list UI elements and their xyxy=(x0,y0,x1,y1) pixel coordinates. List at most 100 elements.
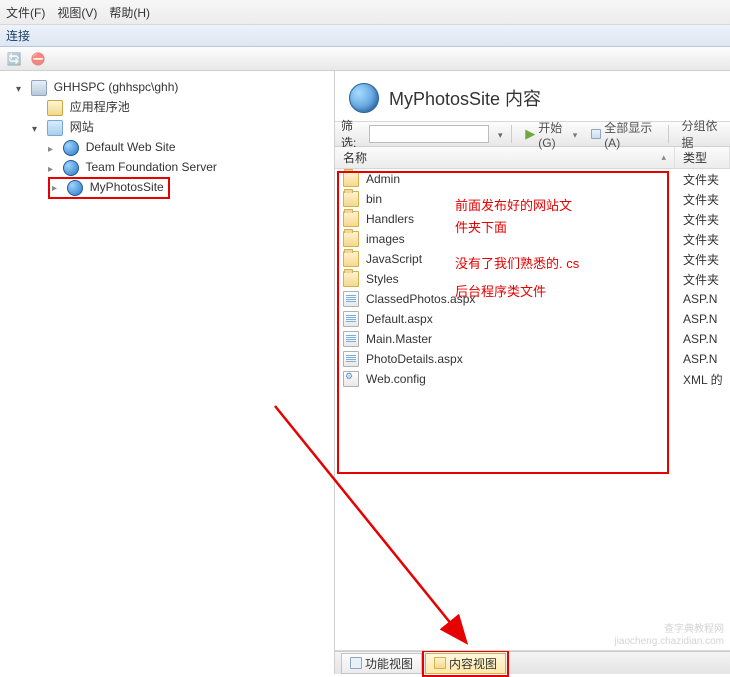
tree-apppool-node[interactable]: 应用程序池 xyxy=(32,97,334,117)
content-toolbar: 筛选: ▶ 开始(G) 全部显示(A) 分组依据 xyxy=(335,121,730,147)
file-type: XML 的 xyxy=(675,371,730,388)
annotation-frame: 内容视图 xyxy=(422,650,509,677)
file-row[interactable]: Main.Master ASP.N xyxy=(335,329,730,349)
start-label: 开始(G) xyxy=(538,119,567,150)
connections-label: 连接 xyxy=(6,27,30,44)
menubar: 文件(F) 视图(V) 帮助(H) xyxy=(0,0,730,25)
filter-input[interactable] xyxy=(369,125,489,143)
aspx-icon xyxy=(343,331,359,347)
list-header: 名称 ▴ 类型 xyxy=(335,147,730,169)
watermark: 查字典教程网 jiaocheng.chazidian.com xyxy=(614,624,724,648)
tree-sites-node[interactable]: 网站 Default Web Site Te xyxy=(32,117,334,199)
connections-header: 连接 xyxy=(0,25,730,47)
file-type: ASP.N xyxy=(675,332,730,346)
tree-site-default[interactable]: Default Web Site xyxy=(48,137,334,157)
file-name: bin xyxy=(366,192,382,206)
main-split: GHHSPC (ghhspc\ghh) 应用程序池 网站 xyxy=(0,71,730,674)
file-type: ASP.N xyxy=(675,352,730,366)
content-header: MyPhotosSite 内容 xyxy=(335,71,730,121)
connections-toolbar: 🔄 ⛔ xyxy=(0,47,730,71)
column-type-label: 类型 xyxy=(683,149,707,166)
file-type: ASP.N xyxy=(675,312,730,326)
file-name: Handlers xyxy=(366,212,414,226)
folder-icon xyxy=(343,191,359,207)
file-type: 文件夹 xyxy=(675,191,730,208)
showall-label: 全部显示(A) xyxy=(604,119,654,150)
start-button[interactable]: ▶ 开始(G) xyxy=(521,119,581,150)
file-list[interactable]: Admin文件夹 bin 文件夹 Handlers 文件夹 images 文件夹 JavaSc… xyxy=(335,169,730,651)
separator xyxy=(511,125,512,143)
file-row[interactable]: Default.aspx ASP.N xyxy=(335,309,730,329)
folder-icon xyxy=(343,251,359,267)
globe-icon xyxy=(349,83,379,113)
annotation-line: 后台程序类文件 xyxy=(455,281,579,303)
expander-icon[interactable] xyxy=(52,183,62,193)
globe-icon xyxy=(63,140,79,156)
file-type: 文件夹 xyxy=(675,231,730,248)
showall-button[interactable]: 全部显示(A) xyxy=(587,119,658,150)
expander-icon[interactable] xyxy=(32,123,42,133)
file-name: images xyxy=(366,232,405,246)
stop-icon[interactable]: ⛔ xyxy=(28,50,48,68)
menu-file[interactable]: 文件(F) xyxy=(6,4,45,21)
server-icon xyxy=(31,80,47,96)
column-name[interactable]: 名称 ▴ xyxy=(335,147,675,168)
file-row[interactable]: Web.config XML 的 xyxy=(335,369,730,389)
file-row[interactable]: PhotoDetails.aspxASP.N xyxy=(335,349,730,369)
separator xyxy=(668,125,669,143)
tab-features-view[interactable]: 功能视图 xyxy=(341,653,422,674)
file-name: Main.Master xyxy=(366,332,432,346)
refresh-icon[interactable]: 🔄 xyxy=(4,50,24,68)
column-name-label: 名称 xyxy=(343,149,367,166)
tab-label: 内容视图 xyxy=(449,655,497,672)
menu-help[interactable]: 帮助(H) xyxy=(109,4,150,21)
tree-apppool-label: 应用程序池 xyxy=(70,100,130,114)
annotation-text: 前面发布好的网站文 件夹下面 没有了我们熟悉的. cs 后台程序类文件 xyxy=(455,195,579,303)
connections-tree[interactable]: GHHSPC (ghhspc\ghh) 应用程序池 网站 xyxy=(0,77,334,199)
tab-content-view[interactable]: 内容视图 xyxy=(425,653,506,674)
showall-icon xyxy=(591,129,601,139)
file-name: Web.config xyxy=(366,372,426,386)
file-row[interactable]: Admin文件夹 xyxy=(335,169,730,189)
file-type: 文件夹 xyxy=(675,251,730,268)
view-tabs: 功能视图 内容视图 xyxy=(335,651,730,674)
tree-pane: GHHSPC (ghhspc\ghh) 应用程序池 网站 xyxy=(0,71,335,674)
expander-icon[interactable] xyxy=(48,143,58,153)
globe-icon xyxy=(67,180,83,196)
tree-site-label: Team Foundation Server xyxy=(85,160,216,174)
content-pane: MyPhotosSite 内容 筛选: ▶ 开始(G) 全部显示(A) 分组依据 xyxy=(335,71,730,674)
aspx-icon xyxy=(343,311,359,327)
aspx-icon xyxy=(343,351,359,367)
config-icon xyxy=(343,371,359,387)
filter-dropdown-icon[interactable] xyxy=(495,127,503,141)
expander-icon[interactable] xyxy=(16,83,26,93)
tree-server-label: GHHSPC (ghhspc\ghh) xyxy=(54,80,179,94)
go-icon: ▶ xyxy=(525,126,535,142)
selection-highlight: MyPhotosSite xyxy=(48,177,170,199)
chevron-down-icon xyxy=(570,127,578,141)
groupby-button[interactable]: 分组依据 xyxy=(677,117,724,151)
expander-icon[interactable] xyxy=(48,163,58,173)
tree-site-myphotos[interactable]: MyPhotosSite xyxy=(48,177,334,199)
annotation-line: 前面发布好的网站文 xyxy=(455,195,579,217)
file-name: Styles xyxy=(366,272,399,286)
tree-site-label: Default Web Site xyxy=(86,140,176,154)
tree-site-label: MyPhotosSite xyxy=(90,180,164,194)
folder-icon xyxy=(343,171,359,187)
tree-server-node[interactable]: GHHSPC (ghhspc\ghh) 应用程序池 网站 xyxy=(16,77,334,199)
watermark-line: 查字典教程网 xyxy=(614,624,724,636)
sort-indicator-icon: ▴ xyxy=(661,152,666,163)
file-name: JavaScript xyxy=(366,252,422,266)
aspx-icon xyxy=(343,291,359,307)
file-name: Default.aspx xyxy=(366,312,433,326)
folder-icon xyxy=(343,231,359,247)
features-view-icon xyxy=(350,657,362,669)
tree-site-tfs[interactable]: Team Foundation Server xyxy=(48,157,334,177)
groupby-label: 分组依据 xyxy=(681,117,720,151)
sites-icon xyxy=(47,120,63,136)
file-type: 文件夹 xyxy=(675,211,730,228)
apppool-icon xyxy=(47,100,63,116)
folder-icon xyxy=(343,271,359,287)
watermark-line: jiaocheng.chazidian.com xyxy=(614,636,724,648)
menu-view[interactable]: 视图(V) xyxy=(57,4,97,21)
